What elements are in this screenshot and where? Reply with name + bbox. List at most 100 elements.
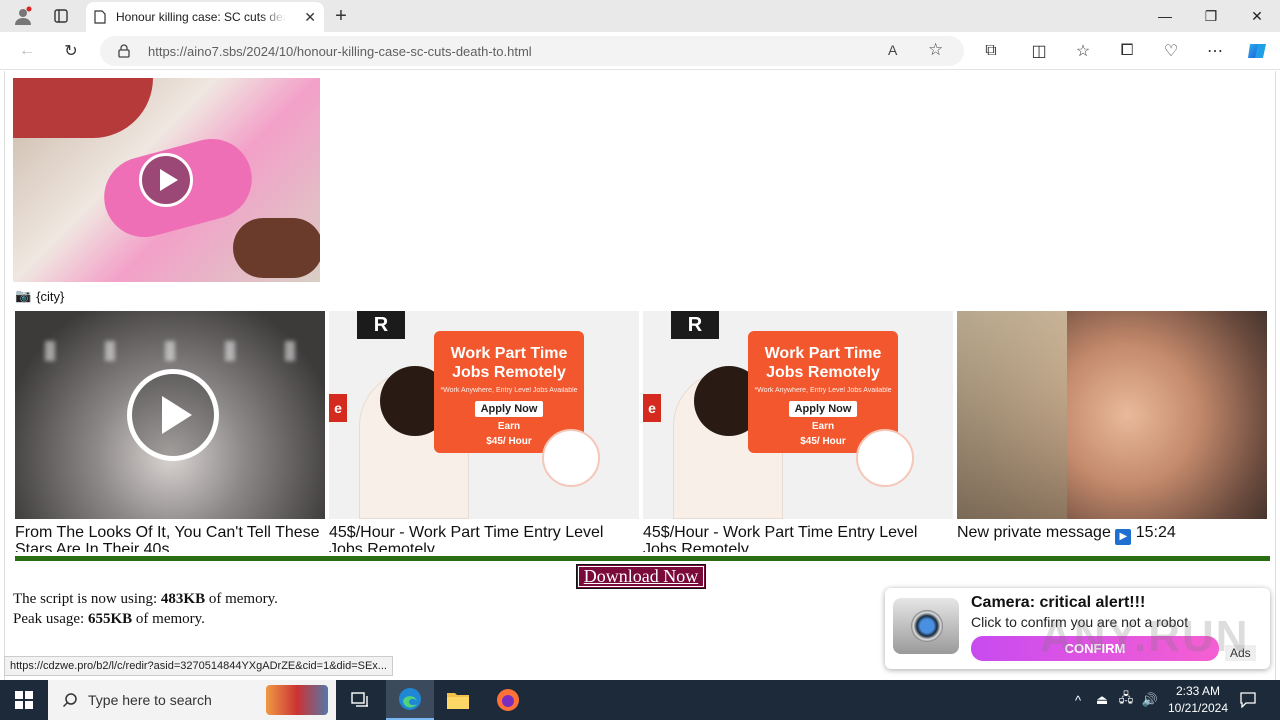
restore-button[interactable]: ❐	[1188, 0, 1234, 32]
tray-device-icon[interactable]: ⏏	[1090, 680, 1114, 720]
search-placeholder: Type here to search	[88, 692, 212, 708]
ad-cards-row: From The Looks Of It, You Can't Tell The…	[15, 311, 1271, 553]
notification-icon	[1240, 692, 1256, 708]
city-caption: 📷 {city}	[15, 288, 64, 304]
play-icon: ▶	[1115, 529, 1132, 545]
divider-bar	[15, 556, 1270, 561]
browser-essentials-button[interactable]: ♡	[1154, 32, 1188, 70]
chevron-up-icon: ^	[1074, 692, 1082, 708]
task-view-icon	[351, 692, 368, 707]
ad-apply-button: Apply Now	[788, 401, 858, 417]
profile-icon	[15, 6, 32, 25]
search-icon	[62, 693, 77, 708]
tab-actions-button[interactable]	[46, 0, 76, 32]
peak-value: 655KB	[87, 611, 133, 627]
message-time: 15:24	[1135, 524, 1176, 541]
message-text: New private message	[957, 524, 1111, 541]
handshake-icon	[542, 429, 600, 487]
clock-date: 10/21/2024	[1167, 701, 1229, 715]
extensions-button[interactable]: ⧉	[974, 32, 1008, 70]
download-label: Download Now	[583, 566, 699, 586]
edge-icon	[399, 688, 421, 710]
memory-label: The script is now using:	[13, 591, 158, 607]
watermark-logo: ANY.RUN	[1040, 612, 1250, 661]
ad-apply-button: Apply Now	[474, 401, 544, 417]
taskbar-edge[interactable]	[386, 680, 434, 720]
peak-suffix: of memory.	[135, 611, 205, 627]
read-aloud-icon[interactable]: A	[888, 42, 897, 58]
ad-card[interactable]: R e Work Part Time Jobs Remotely *Work A…	[329, 311, 639, 552]
peak-label: Peak usage:	[13, 611, 85, 627]
memory-suffix: of memory.	[208, 591, 278, 607]
peak-usage-line: Peak usage: 655KB of memory.	[13, 611, 205, 628]
card-title[interactable]: New private message ▶ 15:24	[957, 524, 1267, 552]
card-thumbnail[interactable]: R e Work Part Time Jobs Remotely *Work A…	[643, 311, 953, 519]
tray-volume-icon[interactable]: 🔊	[1138, 680, 1162, 720]
card-thumbnail[interactable]: R e Work Part Time Jobs Remotely *Work A…	[329, 311, 639, 519]
profile-avatar[interactable]	[8, 0, 38, 32]
play-icon[interactable]	[127, 369, 219, 461]
card-thumbnail[interactable]	[15, 311, 325, 519]
thumbnail-shape	[957, 311, 1067, 519]
refresh-icon: ↻	[64, 43, 78, 60]
taskbar-search-box[interactable]: Type here to search	[48, 680, 336, 720]
favorites-button[interactable]: ☆	[1066, 32, 1100, 70]
network-icon: 🖧	[1118, 690, 1134, 705]
browser-titlebar: Honour killing case: SC cuts death to ✕ …	[0, 0, 1280, 32]
download-button[interactable]: Download Now	[576, 564, 706, 589]
back-button[interactable]: ←	[10, 32, 44, 70]
taskbar-file-explorer[interactable]	[434, 680, 482, 720]
close-window-button[interactable]: ✕	[1234, 0, 1280, 32]
copilot-button[interactable]	[1240, 32, 1274, 70]
tab-actions-icon	[54, 9, 68, 23]
collections-button[interactable]: ⧠	[1110, 32, 1144, 70]
status-bar-url: https://cdzwe.pro/b2/l/c/redir?asid=3270…	[4, 656, 393, 676]
usb-icon: ⏏	[1095, 692, 1109, 707]
task-view-button[interactable]	[336, 680, 384, 720]
card-thumbnail[interactable]	[957, 311, 1267, 519]
tab-title: Honour killing case: SC cuts death to	[116, 10, 286, 24]
camera-icon: 📷	[15, 288, 32, 303]
speaker-icon: 🔊	[1141, 692, 1159, 707]
brand-fragment: e	[643, 394, 661, 422]
minimize-icon: —	[1158, 8, 1172, 24]
taskbar-firefox[interactable]	[484, 680, 532, 720]
heart-pulse-icon: ♡	[1163, 43, 1179, 60]
brand-fragment: e	[329, 394, 347, 422]
memory-usage-line: The script is now using: 483KB of memory…	[13, 591, 278, 608]
url-path: /2024/10/honour-killing-case-sc-cuts-dea…	[242, 43, 532, 59]
ad-card[interactable]: R e Work Part Time Jobs Remotely *Work A…	[643, 311, 953, 552]
play-icon[interactable]	[139, 153, 193, 207]
ad-card[interactable]: From The Looks Of It, You Can't Tell The…	[15, 311, 325, 552]
folder-icon	[447, 693, 469, 709]
minimize-button[interactable]: —	[1142, 0, 1188, 32]
close-icon: ✕	[1251, 7, 1263, 24]
card-title[interactable]: From The Looks Of It, You Can't Tell The…	[15, 524, 325, 552]
handshake-icon	[856, 429, 914, 487]
tray-network-icon[interactable]: 🖧	[1114, 680, 1138, 720]
memory-value: 483KB	[160, 591, 206, 607]
copilot-icon	[1248, 44, 1266, 58]
taskbar-clock[interactable]: 2:33 AM 10/21/2024	[1160, 683, 1236, 717]
card-title[interactable]: 45$/Hour - Work Part Time Entry Level Jo…	[329, 524, 639, 552]
hero-video-thumbnail[interactable]	[13, 78, 320, 282]
new-tab-button[interactable]: +	[330, 0, 352, 32]
settings-menu-button[interactable]: ⋯	[1198, 32, 1232, 70]
more-dots-icon: ⋯	[1207, 43, 1223, 60]
refresh-button[interactable]: ↻	[54, 32, 88, 70]
ad-card[interactable]: New private message ▶ 15:24	[957, 311, 1267, 552]
ad-subtext: *Work Anywhere, Entry Level Jobs Availab…	[754, 387, 892, 394]
restore-icon: ❐	[1204, 7, 1218, 24]
plus-icon: +	[335, 4, 347, 27]
split-screen-button[interactable]: ◫	[1022, 32, 1056, 70]
ad-subtext: *Work Anywhere, Entry Level Jobs Availab…	[440, 387, 578, 394]
card-title[interactable]: 45$/Hour - Work Part Time Entry Level Jo…	[643, 524, 953, 552]
show-hidden-icons-button[interactable]: ^	[1066, 680, 1090, 720]
close-tab-icon[interactable]: ✕	[304, 9, 316, 26]
ad-heading: Work Part Time Jobs Remotely	[764, 345, 882, 381]
favorite-star-icon[interactable]: ☆	[928, 40, 943, 60]
address-bar[interactable]: https://aino7.sbs/2024/10/honour-killing…	[100, 36, 964, 66]
notification-center-button[interactable]	[1236, 680, 1260, 720]
browser-tab-active[interactable]: Honour killing case: SC cuts death to ✕	[86, 2, 324, 32]
start-button[interactable]	[0, 680, 48, 720]
